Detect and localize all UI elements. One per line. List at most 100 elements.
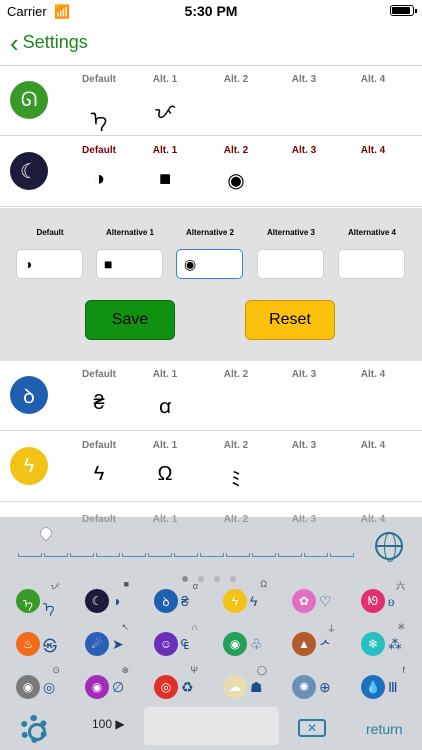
input-slot (226, 553, 250, 557)
row-logo-icon: ꝺ (10, 376, 48, 414)
input-slot (200, 553, 224, 557)
back-label: Settings (22, 32, 88, 52)
emoji-key[interactable]: ꝺ ₴ ꭤ (154, 581, 204, 617)
symbol-cell[interactable]: ₴ (64, 392, 134, 415)
emoji-symbol: ∅ (112, 679, 125, 695)
column-header: Alt. 3 (291, 369, 317, 380)
column-header: Alt. 4 (360, 145, 386, 156)
chevron-left-icon: ‹ (10, 27, 19, 58)
column-header: Alt. 2 (223, 514, 249, 525)
number-key[interactable]: 100 ▶ (92, 717, 125, 731)
emoji-key[interactable]: 💧 Ⅲf (361, 665, 411, 703)
emoji-key[interactable]: ♨ ㉿ (16, 626, 66, 660)
column-header: Alt. 3 (291, 74, 317, 85)
emoji-key[interactable]: ✺ ⊕ (292, 669, 342, 703)
emoji-alt-hint: f (402, 665, 405, 675)
symbol-cell[interactable]: ꭤ (130, 392, 200, 419)
space-key[interactable] (144, 707, 279, 745)
emoji-key[interactable]: ◉ ∅ ⊗ (85, 665, 135, 703)
row-logo-icon: ϟ (10, 447, 48, 485)
emoji-symbol: ₴ (181, 593, 189, 609)
emoji-key[interactable]: ☺ ₠ ∩ (154, 622, 204, 660)
emoji-key[interactable]: ▲ ᄼ ⏚ (292, 624, 342, 660)
emoji-key[interactable]: ◉ ♧ (223, 626, 273, 660)
globe-icon[interactable] (375, 532, 403, 562)
symbol-cell[interactable]: ᡝ (64, 97, 134, 132)
symbol-row[interactable]: ϟ Default ϟ Alt. 1 Ω Alt. 2 ﾐ Alt. 3 Alt. 4 (0, 432, 422, 502)
emoji-logo-icon: ◉ (16, 675, 40, 699)
symbol-cell[interactable]: ◉ (201, 168, 271, 193)
column-header: Alt. 1 (152, 74, 178, 85)
emoji-symbol: ☗ (250, 679, 263, 695)
pin-icon (37, 524, 55, 542)
emoji-key[interactable]: ᘚᦈ六 (361, 581, 411, 617)
symbol-input[interactable]: ■ (96, 249, 163, 279)
emoji-symbol: ᄼ (319, 638, 332, 654)
emoji-key[interactable]: ☄ ➤ ↖ (85, 622, 135, 660)
battery-icon (390, 5, 417, 16)
save-button[interactable]: Save (85, 300, 175, 340)
return-key[interactable]: return (366, 721, 403, 737)
column-header: Default (82, 369, 116, 380)
emoji-logo-icon: ᘚ (361, 589, 385, 613)
symbol-input[interactable]: ◑ (16, 249, 83, 279)
emoji-logo-icon: ◎ (154, 675, 178, 699)
emoji-symbol: Ⅲ (388, 679, 398, 695)
column-header: Alt. 4 (360, 514, 386, 525)
emoji-key[interactable]: ◎ ♻ Ψ (154, 665, 204, 703)
emoji-logo-icon: ꝺ (154, 589, 178, 613)
delete-key[interactable]: ✕ (298, 719, 326, 737)
emoji-symbol: ♻ (181, 679, 194, 695)
symbol-input[interactable] (257, 249, 324, 279)
column-header: Alt. 1 (152, 440, 178, 451)
symbol-editor: Default Alternative 1 Alternative 2 Alterna… (0, 208, 422, 361)
emoji-logo-icon: ϟ (223, 589, 247, 613)
symbol-row[interactable]: ᘏ Default ᡝ Alt. 1 ᜉ Alt. 2 Alt. 3 Alt. 4 (0, 66, 422, 136)
input-slot (70, 553, 94, 557)
column-header: Default (82, 145, 116, 156)
symbol-cell[interactable]: Ω (130, 463, 200, 486)
emoji-keyboard: Default Alt. 1 Alt. 2 Alt. 3 Alt. 4 ᡝ ᡝ ᜉ ☾ ◑ ■ ꝺ ₴… (0, 514, 422, 750)
emoji-symbol: ◎ (43, 679, 56, 695)
emoji-key[interactable]: ❄ ⁂ ※ (361, 622, 411, 660)
input-slot (96, 553, 120, 557)
symbol-row[interactable]: ☾ Default ◑ Alt. 1 ■ Alt. 2 ◉ Alt. 3 Alt. 4 (0, 137, 422, 207)
emoji-symbol: ₠ (181, 636, 189, 652)
emoji-key[interactable]: ✿ ♡ (292, 583, 342, 617)
emoji-logo-icon: ♨ (16, 632, 40, 656)
gear-icon[interactable] (20, 715, 48, 743)
emoji-symbol: ◑ (112, 593, 121, 609)
symbol-cell[interactable]: ◑ (64, 168, 134, 191)
emoji-key[interactable]: ☾ ◑ ■ (85, 579, 135, 617)
column-header: Alt. 1 (152, 369, 178, 380)
emoji-key[interactable]: ◉ ◎ ⊙ (16, 665, 66, 703)
emoji-logo-icon: ◉ (85, 675, 109, 699)
field-label: Alternative 1 (105, 228, 155, 237)
partial-row-headers: Default Alt. 1 Alt. 2 Alt. 3 Alt. 4 (0, 514, 422, 525)
column-header: Default (82, 74, 116, 85)
emoji-key[interactable]: ᡝᡝᜉ (16, 581, 66, 617)
emoji-symbol: ϟ (250, 593, 258, 609)
symbol-input[interactable]: ◉ (176, 249, 243, 279)
column-header: Alt. 2 (223, 145, 249, 156)
input-slot (278, 553, 302, 557)
field-label: Alternative 4 (347, 228, 397, 237)
column-header: Default (82, 514, 116, 525)
symbol-row[interactable]: ꝺ Default ₴ Alt. 1 ꭤ Alt. 2 Alt. 3 Alt. 4 (0, 361, 422, 431)
symbol-cell[interactable]: ■ (130, 168, 200, 191)
emoji-logo-icon: ❄ (361, 632, 385, 656)
symbol-cell[interactable]: ᜉ (130, 97, 200, 124)
symbol-input[interactable] (338, 249, 405, 279)
symbol-cell[interactable]: ﾐ (201, 463, 271, 492)
input-slot (252, 553, 276, 557)
symbol-cell[interactable]: ϟ (64, 463, 134, 486)
field-label: Alternative 3 (266, 228, 316, 237)
back-button[interactable]: ‹ Settings (10, 27, 88, 58)
column-header: Alt. 4 (360, 440, 386, 451)
emoji-key[interactable]: ☁ ☗ ◯ (223, 665, 273, 703)
emoji-symbol: ᦈ (388, 593, 395, 609)
reset-button[interactable]: Reset (245, 300, 335, 340)
emoji-key[interactable]: ϟϟΩ (223, 579, 273, 617)
emoji-symbol: ᡝ (43, 599, 55, 615)
emoji-logo-icon: ✿ (292, 589, 316, 613)
